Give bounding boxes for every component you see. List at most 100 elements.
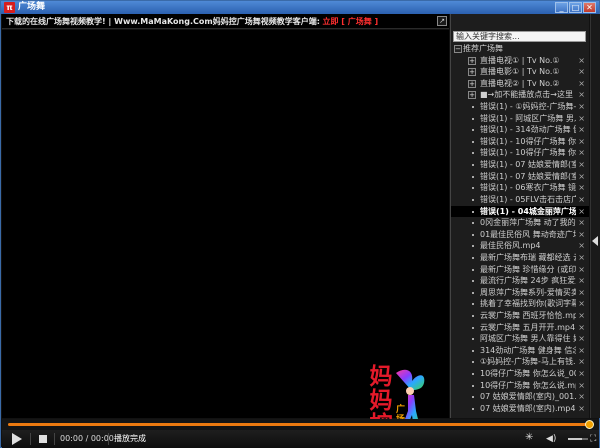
volume-slider[interactable]	[568, 438, 588, 440]
playlist-item[interactable]: 错误(1) - 10得仔广场舞 你怎么×	[451, 136, 589, 148]
remove-item-icon[interactable]: ×	[578, 345, 585, 357]
remove-item-icon[interactable]: ×	[578, 182, 585, 194]
remove-item-icon[interactable]: ×	[578, 333, 585, 345]
playlist-root[interactable]: − 推荐广场舞	[451, 43, 589, 55]
playlist-item[interactable]: 错误(1) - ①妈妈控-广场舞-马上×	[451, 101, 589, 113]
remove-item-icon[interactable]: ×	[578, 194, 585, 206]
playlist-item[interactable]: 错误(1) - 06寒衣广场舞 镜上前×	[451, 182, 589, 194]
playlist-item-label: 10得仔广场舞 你怎么说.mp4	[480, 380, 576, 390]
playlist-item[interactable]: 错误(1) - 07 姑娘爱情郎(室内)×	[451, 171, 589, 183]
remove-item-icon[interactable]: ×	[578, 275, 585, 287]
playlist-item[interactable]: 01最佳民俗风 舞动奇迹广场舞×	[451, 229, 589, 241]
remove-item-icon[interactable]: ×	[578, 368, 585, 380]
remove-item-icon[interactable]: ×	[578, 391, 585, 403]
minimize-button[interactable]: _	[555, 2, 568, 13]
remove-item-icon[interactable]: ×	[578, 136, 585, 148]
playlist-item-label: 01最佳民俗风 舞动奇迹广场舞	[480, 229, 576, 239]
file-bullet-icon	[472, 140, 474, 143]
remove-item-icon[interactable]: ×	[578, 171, 585, 183]
volume-icon[interactable]: ◀)	[546, 433, 556, 445]
file-bullet-icon	[472, 256, 474, 259]
playlist-item[interactable]: ①妈妈控-广场舞-马上有钱.mp4×	[451, 356, 589, 368]
stop-icon[interactable]	[39, 435, 47, 443]
playlist-item[interactable]: 错误(1) - 阿城区广场舞 男人靠×	[451, 113, 589, 125]
playlist-item[interactable]: + 直播电影① | Tv No.① ×	[451, 66, 589, 78]
playlist-item[interactable]: + ■→加不能播放点击→这里 ×	[451, 89, 589, 101]
remove-item-icon[interactable]: ×	[578, 89, 585, 101]
playlist-item[interactable]: 07 姑娘爱情郎(室内).mp4 ×	[451, 403, 589, 415]
playlist-item-label: 错误(1) - ①妈妈控-广场舞-马上	[480, 102, 576, 112]
playlist-item[interactable]: 0冈金丽萍广场舞 动了我的情 ×	[451, 217, 589, 229]
playlist-item[interactable]: 阿城区广场舞 男人靠得住 好养×	[451, 333, 589, 345]
playlist-item[interactable]: + 直播电视② | Tv No.② ×	[451, 78, 589, 90]
expand-node-icon[interactable]: +	[468, 56, 476, 65]
remove-item-icon[interactable]: ×	[578, 55, 585, 67]
remove-item-icon[interactable]: ×	[578, 124, 585, 136]
close-button[interactable]: ✕	[583, 2, 596, 13]
playlist-item[interactable]: 10得仔广场舞 你怎么说.mp4 ×	[451, 380, 589, 392]
playlist-item[interactable]: 错误(1) - 04城金丽萍广场舞 三×	[451, 205, 589, 218]
expand-icon[interactable]: ↗	[437, 16, 447, 26]
file-bullet-icon	[472, 326, 474, 329]
marquee-link[interactable]: 立即 [ 广场舞 ]	[322, 17, 378, 26]
playlist-tree: − 推荐广场舞 + 直播电视① | Tv No.① × + 直播电影① | Tv No.① ×…	[451, 43, 589, 415]
file-bullet-icon	[472, 198, 474, 201]
playlist-item[interactable]: 314劲动广场舞 健身舞 信念情×	[451, 345, 589, 357]
collapse-icon[interactable]: −	[454, 45, 462, 53]
expand-node-icon[interactable]: +	[468, 91, 476, 100]
remove-item-icon[interactable]: ×	[578, 298, 585, 310]
remove-item-icon[interactable]: ×	[578, 147, 585, 159]
playlist-item-label: 314劲动广场舞 健身舞 信念情	[480, 345, 576, 355]
remove-item-icon[interactable]: ×	[578, 322, 585, 334]
remove-item-icon[interactable]: ×	[578, 310, 585, 322]
progress-knob[interactable]	[585, 420, 594, 429]
playlist-item[interactable]: 最新广场舞 珍惜缘分 (或印商 ×	[451, 264, 589, 276]
playlist-item[interactable]: 错误(1) - 07 姑娘爱情郎(室内)×	[451, 159, 589, 171]
settings-icon[interactable]: ✳	[525, 432, 533, 444]
control-bar: 00:00 / 00:00 播放完成 ✳ ◀) ⛶	[2, 430, 599, 448]
fullscreen-icon[interactable]: ⛶	[590, 433, 596, 445]
playlist-item[interactable]: 最佳民俗风.mp4 ×	[451, 240, 589, 252]
remove-item-icon[interactable]: ×	[578, 380, 585, 392]
playlist-search-input[interactable]	[453, 31, 586, 42]
title-bar[interactable]: π 广场舞 _ □ ✕	[1, 1, 599, 14]
playlist-item[interactable]: 最流行广场舞 24步 疯狂爱爱爱×	[451, 275, 589, 287]
maximize-button[interactable]: □	[569, 2, 582, 13]
video-area[interactable]: 妈妈控 广场舞	[2, 30, 449, 437]
playlist-item[interactable]: 07 姑娘爱情郎(室内)_001.n ×	[451, 391, 589, 403]
expand-node-icon[interactable]: +	[468, 68, 476, 77]
remove-item-icon[interactable]: ×	[578, 264, 585, 276]
file-bullet-icon	[472, 187, 474, 190]
playlist-item[interactable]: 错误(1) - 314劲动广场舞 健身舞×	[451, 124, 589, 136]
remove-item-icon[interactable]: ×	[578, 217, 585, 229]
playlist-item[interactable]: 挑着了幸福找到你(歌词字幕).m×	[451, 298, 589, 310]
remove-item-icon[interactable]: ×	[578, 287, 585, 299]
remove-item-icon[interactable]: ×	[578, 159, 585, 171]
remove-item-icon[interactable]: ×	[578, 206, 585, 218]
remove-item-icon[interactable]: ×	[578, 229, 585, 241]
sidebar-collapse-handle[interactable]	[590, 14, 600, 418]
remove-item-icon[interactable]: ×	[578, 78, 585, 90]
playlist-item[interactable]: 云裳广场舞 五月开开.mp4 ×	[451, 322, 589, 334]
playlist-item[interactable]: 最新广场舞布瑞 藏都经选 云裳×	[451, 252, 589, 264]
playlist-item-label: 阿城区广场舞 男人靠得住 好养	[480, 334, 576, 344]
playlist-item[interactable]: 错误(1) - 10得仔广场舞 你怎么×	[451, 147, 589, 159]
remove-item-icon[interactable]: ×	[578, 240, 585, 252]
progress-bar[interactable]	[2, 419, 599, 430]
file-bullet-icon	[472, 338, 474, 341]
playlist-item[interactable]: 10得仔广场舞 你怎么说_001.n×	[451, 368, 589, 380]
playlist-item[interactable]: 云裳广场舞 西班牙恰恰.mp4 ×	[451, 310, 589, 322]
remove-item-icon[interactable]: ×	[578, 66, 585, 78]
remove-item-icon[interactable]: ×	[578, 113, 585, 125]
remove-item-icon[interactable]: ×	[578, 356, 585, 368]
playlist-item[interactable]: 周思萍广场舞系列-爱情买卖 含×	[451, 287, 589, 299]
remove-item-icon[interactable]: ×	[578, 403, 585, 415]
remove-item-icon[interactable]: ×	[578, 252, 585, 264]
remove-item-icon[interactable]: ×	[578, 101, 585, 113]
expand-node-icon[interactable]: +	[468, 79, 476, 88]
playlist-item[interactable]: 错误(1) - 05FLV击石击店广场舞×	[451, 194, 589, 206]
playlist-item[interactable]: + 直播电视① | Tv No.① ×	[451, 55, 589, 67]
playlist-item-label: 错误(1) - 314劲动广场舞 健身舞	[480, 125, 576, 135]
play-icon[interactable]	[12, 433, 22, 445]
file-bullet-icon	[472, 222, 474, 225]
